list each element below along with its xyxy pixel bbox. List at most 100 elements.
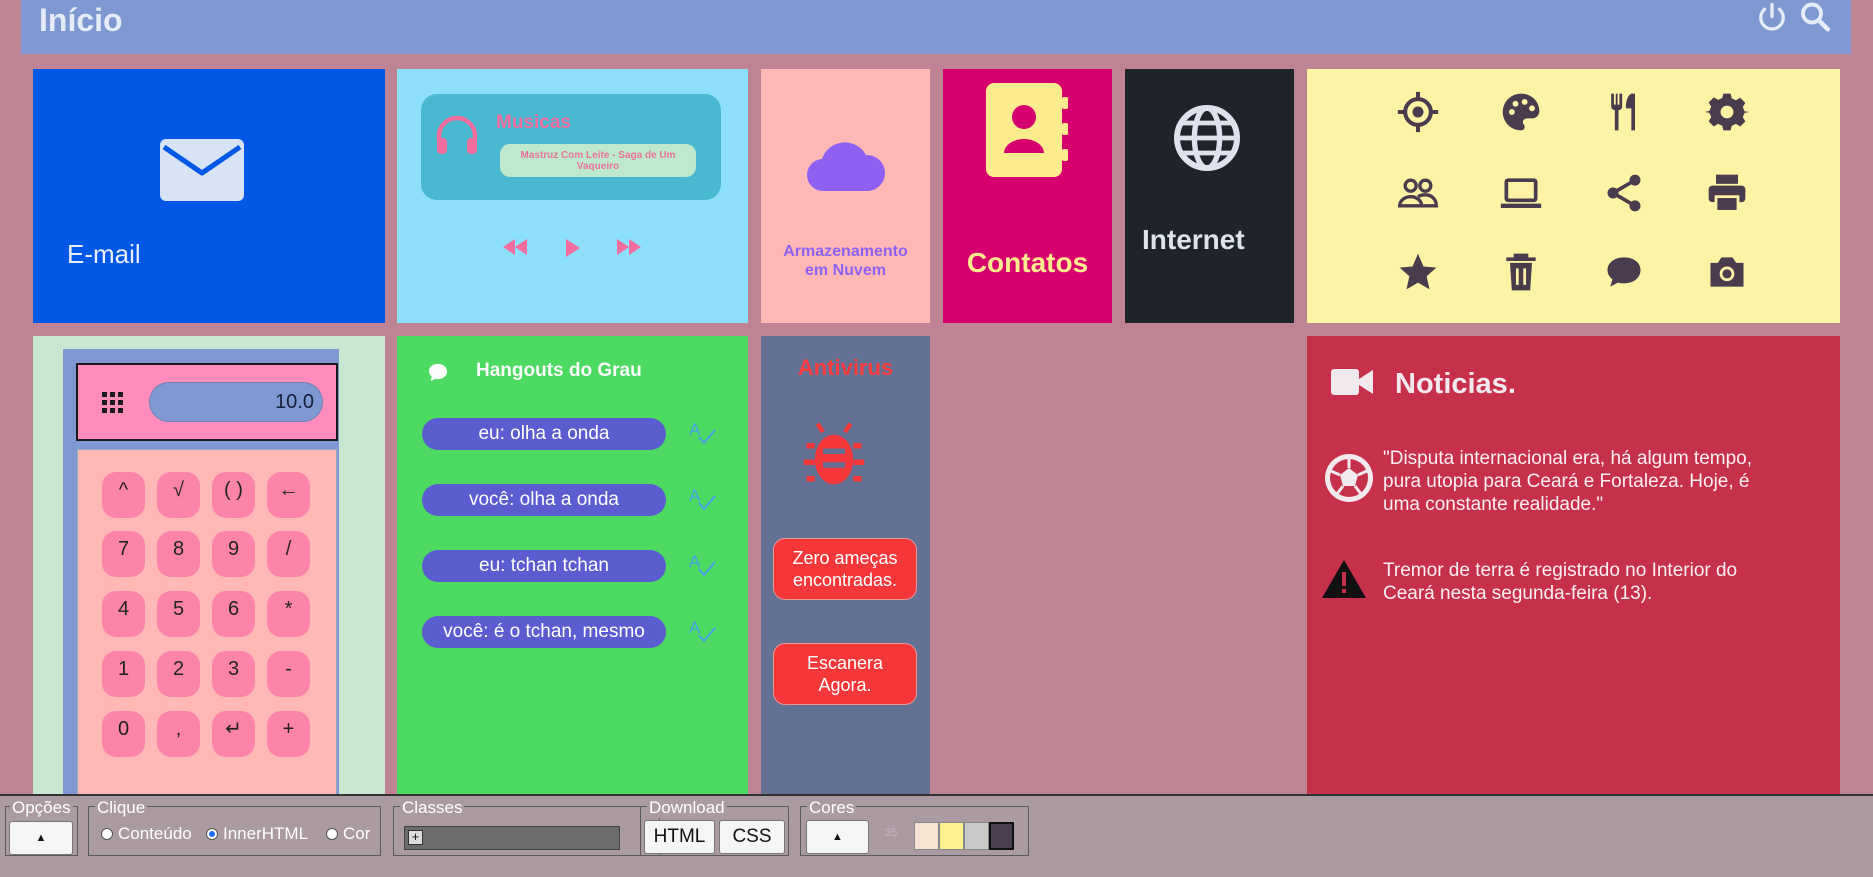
key-minus[interactable]: - xyxy=(267,651,310,697)
svg-text:A: A xyxy=(689,552,701,571)
page-title: Início xyxy=(39,2,123,38)
people-icon[interactable] xyxy=(1396,171,1440,215)
colors-legend: Cores xyxy=(807,798,857,818)
crosshair-icon[interactable] xyxy=(1396,90,1440,134)
chat-icon[interactable] xyxy=(1602,250,1646,294)
radio-button-selected[interactable] xyxy=(206,828,218,840)
key-enter[interactable]: ↵ xyxy=(212,711,255,757)
share-icon[interactable] xyxy=(1602,171,1646,215)
email-tile[interactable]: E-mail xyxy=(33,69,385,323)
spellcheck-icon[interactable]: A xyxy=(687,418,717,448)
music-tile[interactable]: Musicas Mastruz Com Leite - Saga de Um V… xyxy=(397,69,748,323)
chat-bubble-icon xyxy=(427,363,449,383)
radio-button[interactable] xyxy=(326,828,338,840)
key-plus[interactable]: + xyxy=(267,711,310,757)
click-mode-legend: Clique xyxy=(95,798,148,818)
bug-icon xyxy=(801,418,867,490)
classes-input[interactable]: + xyxy=(404,826,620,850)
news-item[interactable]: Tremor de terra é registrado no Interior… xyxy=(1383,559,1737,605)
key-backspace[interactable]: ← xyxy=(267,472,310,518)
key-3[interactable]: 3 xyxy=(212,651,255,697)
restaurant-icon[interactable] xyxy=(1602,90,1646,134)
hangouts-title: Hangouts do Grau xyxy=(476,360,642,381)
music-song: Mastruz Com Leite - Saga de Um Vaqueiro xyxy=(500,144,696,177)
options-group: Opções ▲ xyxy=(5,798,78,856)
news-tile: Noticias. "Disputa internacional era, há… xyxy=(1307,336,1840,818)
printer-icon[interactable] xyxy=(1705,171,1749,215)
laptop-icon[interactable] xyxy=(1499,171,1543,215)
keypad-icon[interactable] xyxy=(102,392,124,414)
key-8[interactable]: 8 xyxy=(157,531,200,577)
play-icon[interactable] xyxy=(565,239,581,257)
key-4[interactable]: 4 xyxy=(102,591,145,637)
hangouts-tile: Hangouts do Grau eu: olha a onda A você:… xyxy=(397,336,748,796)
calculator-keypad: ^ √ ( ) ← 7 8 9 / 4 5 6 * 1 2 3 - 0 , ↵ … xyxy=(77,449,337,799)
add-class-button[interactable]: + xyxy=(408,830,423,845)
antivirus-tile: Antivirus Zero ameças encontradas. Escane… xyxy=(761,336,930,816)
color-swatch[interactable] xyxy=(939,822,964,850)
news-item[interactable]: "Disputa internacional era, há algum tem… xyxy=(1383,447,1752,516)
contacts-tile[interactable]: Contatos xyxy=(943,69,1112,323)
key-power[interactable]: ^ xyxy=(102,472,145,518)
color-swatch[interactable] xyxy=(964,822,989,850)
chat-message: eu: olha a onda xyxy=(422,418,666,450)
gear-icon[interactable] xyxy=(1705,90,1749,134)
key-comma[interactable]: , xyxy=(157,711,200,757)
key-6[interactable]: 6 xyxy=(212,591,255,637)
download-group: Download HTML CSS xyxy=(640,798,789,856)
chat-message: eu: tchan tchan xyxy=(422,550,666,582)
soccer-ball-icon xyxy=(1324,453,1374,503)
camera-icon[interactable] xyxy=(1705,250,1749,294)
download-legend: Download xyxy=(647,798,727,818)
svg-text:A: A xyxy=(689,420,701,439)
click-mode-group: Clique Conteúdo InnerHTML Cor xyxy=(88,798,381,856)
radio-conteudo[interactable]: Conteúdo xyxy=(101,824,192,844)
key-parentheses[interactable]: ( ) xyxy=(212,472,255,518)
internet-tile[interactable]: Internet xyxy=(1125,69,1294,323)
key-multiply[interactable]: * xyxy=(267,591,310,637)
key-5[interactable]: 5 xyxy=(157,591,200,637)
email-label: E-mail xyxy=(67,239,141,269)
contacts-label: Contatos xyxy=(966,247,1089,278)
star-icon[interactable] xyxy=(1396,250,1440,294)
key-2[interactable]: 2 xyxy=(157,651,200,697)
radio-button[interactable] xyxy=(101,828,113,840)
key-0[interactable]: 0 xyxy=(102,711,145,757)
download-html-button[interactable]: HTML xyxy=(644,820,715,854)
icon-grid-tile xyxy=(1307,69,1840,323)
key-1[interactable]: 1 xyxy=(102,651,145,697)
internet-label: Internet xyxy=(1142,224,1245,255)
colors-toggle-button[interactable]: ▲ xyxy=(806,820,869,854)
fast-forward-icon[interactable] xyxy=(616,239,642,255)
spellcheck-icon[interactable]: A xyxy=(687,484,717,514)
download-css-button[interactable]: CSS xyxy=(719,820,785,854)
spellcheck-icon[interactable]: A xyxy=(687,616,717,646)
color-swatch-selected[interactable] xyxy=(989,822,1014,850)
options-toggle-button[interactable]: ▲ xyxy=(9,821,73,855)
key-divide[interactable]: / xyxy=(267,531,310,577)
colors-group: Cores ▲ 35 xyxy=(800,798,1029,856)
color-swatch[interactable] xyxy=(914,822,939,850)
address-book-icon xyxy=(986,83,1070,177)
rewind-icon[interactable] xyxy=(502,239,528,255)
trash-icon[interactable] xyxy=(1499,250,1543,294)
scan-now-button[interactable]: Escanera Agora. xyxy=(773,643,917,705)
chat-message: você: olha a onda xyxy=(422,484,666,516)
palette-icon[interactable] xyxy=(1499,90,1543,134)
calculator-display: 10.0 xyxy=(76,363,338,441)
key-9[interactable]: 9 xyxy=(212,531,255,577)
cloud-icon xyxy=(806,135,886,193)
key-sqrt[interactable]: √ xyxy=(157,472,200,518)
key-7[interactable]: 7 xyxy=(102,531,145,577)
search-icon[interactable] xyxy=(1797,0,1833,36)
spellcheck-icon[interactable]: A xyxy=(687,550,717,580)
options-legend: Opções xyxy=(10,798,73,818)
cloud-storage-tile[interactable]: Armazenamento em Nuvem xyxy=(761,69,930,323)
radio-innerhtml[interactable]: InnerHTML xyxy=(206,824,308,844)
radio-cor[interactable]: Cor xyxy=(326,824,370,844)
cloud-label: Armazenamento em Nuvem xyxy=(783,243,908,279)
news-title: Noticias. xyxy=(1395,368,1516,400)
power-icon[interactable] xyxy=(1754,0,1790,36)
color-value: 35 xyxy=(885,827,898,839)
threat-status: Zero ameças encontradas. xyxy=(773,538,917,600)
